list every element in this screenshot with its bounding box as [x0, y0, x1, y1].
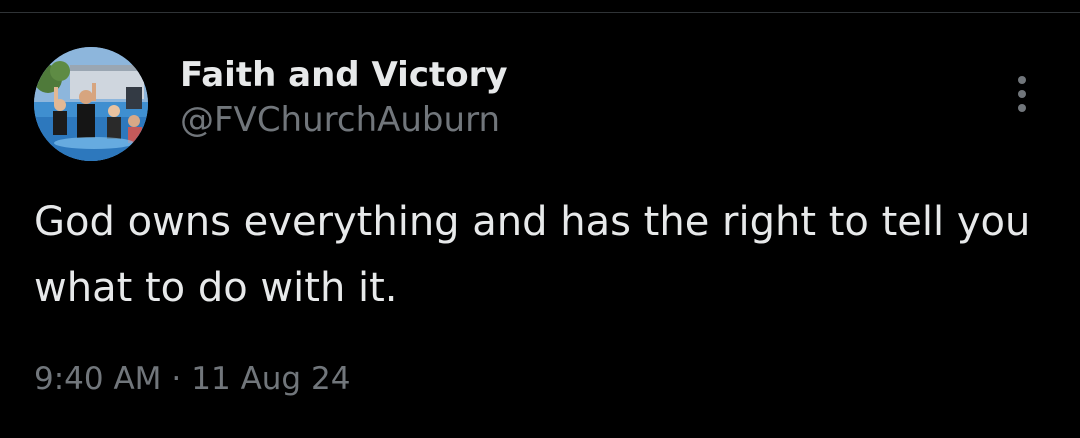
avatar-photo: [34, 47, 148, 161]
avatar[interactable]: [34, 47, 148, 161]
more-vertical-icon-dot: [1018, 90, 1026, 98]
more-vertical-icon-dot: [1018, 104, 1026, 112]
meta-separator: ·: [171, 361, 182, 397]
tweet-time[interactable]: 9:40 AM: [34, 361, 161, 397]
tweet-text: God owns everything and has the right to…: [34, 199, 1031, 311]
tweet-meta: 9:40 AM · 11 Aug 24: [34, 357, 350, 401]
more-options-button[interactable]: [1002, 69, 1042, 119]
handle[interactable]: @FVChurchAuburn: [180, 97, 508, 143]
tweet-date[interactable]: 11 Aug 24: [191, 361, 350, 397]
user-block[interactable]: Faith and Victory @FVChurchAuburn: [180, 53, 508, 143]
more-vertical-icon: [1018, 76, 1026, 84]
tweet[interactable]: Faith and Victory @FVChurchAuburn God ow…: [0, 13, 1080, 438]
display-name[interactable]: Faith and Victory: [180, 53, 508, 97]
